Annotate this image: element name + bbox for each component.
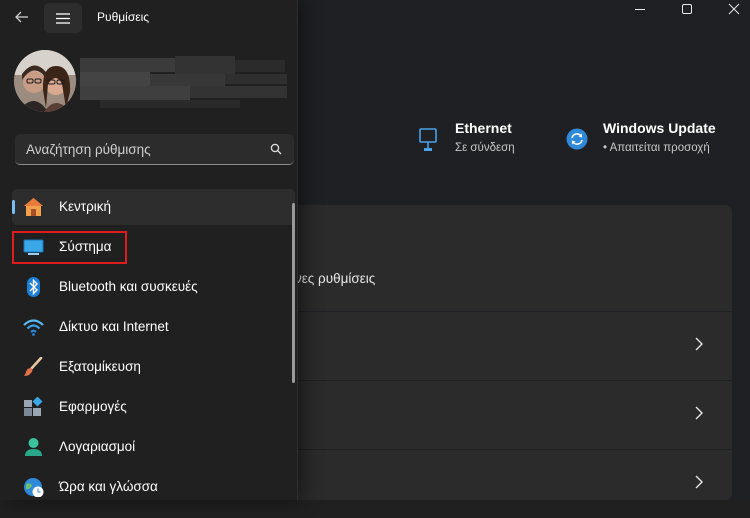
app-title: Ρυθμίσεις	[97, 10, 150, 24]
card-header-text: νες ρυθμίσεις	[295, 271, 376, 286]
windows-update-icon	[566, 128, 588, 150]
back-button[interactable]	[10, 6, 34, 28]
navigation-pane: Ρυθμίσεις Αναζήτηση ρύθμισης Κεντρική Σύ…	[0, 0, 298, 500]
nav-item-home[interactable]: Κεντρική	[12, 189, 295, 225]
globe-clock-icon	[24, 478, 44, 497]
nav-item-label: Λογαριασμοί	[59, 439, 136, 454]
nav-item-label: Δίκτυο και Internet	[59, 319, 169, 334]
selection-indicator	[12, 200, 15, 214]
minimize-button[interactable]	[617, 0, 663, 18]
nav-item-bluetooth[interactable]: Bluetooth και συσκευές	[12, 269, 295, 305]
back-arrow-icon	[15, 11, 28, 23]
maximize-icon	[682, 4, 692, 14]
chevron-right-icon	[695, 475, 703, 489]
nav-item-label: Κεντρική	[59, 199, 112, 214]
nav-item-label: Σύστημα	[59, 239, 112, 254]
system-icon	[23, 239, 44, 255]
chevron-right-icon	[695, 337, 703, 351]
account-icon	[25, 438, 42, 456]
nav-item-accounts[interactable]: Λογαριασμοί	[12, 429, 295, 465]
nav-item-label: Bluetooth και συσκευές	[59, 279, 198, 294]
nav-item-system[interactable]: Σύστημα	[12, 229, 295, 265]
search-icon[interactable]	[270, 143, 282, 155]
nav-item-apps[interactable]: Εφαρμογές	[12, 389, 295, 425]
title-bar: Ρυθμίσεις	[0, 0, 297, 36]
nav-item-network[interactable]: Δίκτυο και Internet	[12, 309, 295, 345]
ethernet-title: Ethernet	[455, 120, 512, 136]
hamburger-menu-button[interactable]	[44, 3, 82, 33]
nav-item-personalization[interactable]: Εξατομίκευση	[12, 349, 295, 385]
brush-icon	[24, 357, 43, 376]
chevron-right-icon	[695, 406, 703, 420]
home-icon	[24, 198, 43, 216]
bluetooth-icon	[27, 277, 40, 297]
windows-update-subtitle: • Απαιτείται προσοχή	[603, 142, 710, 154]
maximize-button[interactable]	[664, 0, 710, 18]
hamburger-icon	[56, 12, 70, 24]
ethernet-icon	[419, 128, 437, 151]
nav-item-label: Ώρα και γλώσσα	[59, 479, 158, 494]
profile-photo	[14, 50, 76, 112]
ethernet-subtitle: Σε σύνδεση	[455, 142, 515, 154]
search-input[interactable]: Αναζήτηση ρύθμισης	[26, 142, 151, 157]
pixelated-user-info	[80, 56, 287, 108]
search-box[interactable]: Αναζήτηση ρύθμισης	[15, 134, 294, 165]
nav-item-label: Εφαρμογές	[59, 399, 127, 414]
minimize-icon	[635, 9, 645, 10]
nav-item-label: Εξατομίκευση	[59, 359, 141, 374]
user-avatar[interactable]	[14, 50, 76, 112]
windows-update-title: Windows Update	[603, 120, 716, 136]
close-icon	[728, 3, 740, 15]
apps-icon	[24, 397, 43, 416]
scrollbar-thumb[interactable]	[292, 203, 295, 383]
close-button[interactable]	[711, 0, 750, 18]
wifi-icon	[23, 319, 44, 336]
